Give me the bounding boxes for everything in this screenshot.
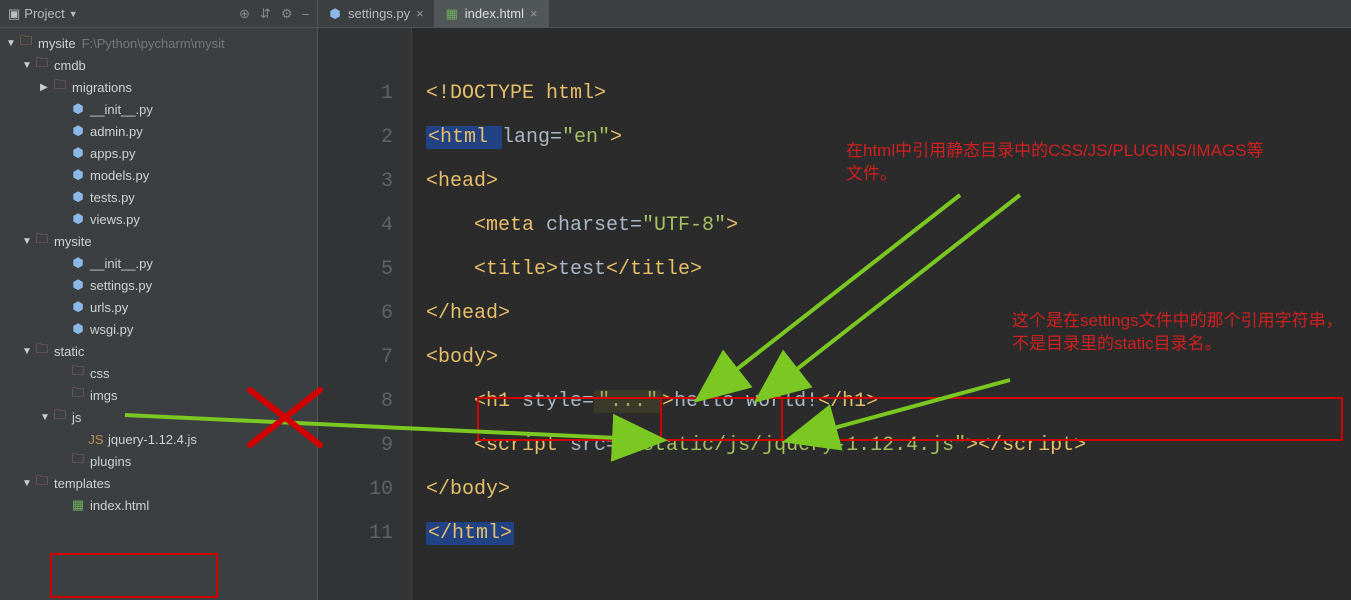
line-number: 10 — [318, 468, 393, 512]
target-icon[interactable]: ⊕ — [239, 6, 250, 22]
tab-close-icon[interactable]: × — [416, 6, 424, 21]
tree-item-mysite[interactable]: ▼🗀mysite — [0, 230, 317, 252]
tree-item-views-py[interactable]: ⬢views.py — [0, 208, 317, 230]
sidebar-title: Project — [24, 6, 64, 21]
line-number: 5 — [318, 248, 393, 292]
tree-item-admin-py[interactable]: ⬢admin.py — [0, 120, 317, 142]
code-l3: <head> — [426, 170, 498, 193]
line-number: 7 — [318, 336, 393, 380]
dropdown-arrow-icon[interactable]: ▼ — [69, 9, 78, 19]
editor-area: ⬢settings.py×▦index.html× 1234567891011 … — [318, 0, 1351, 600]
line-number: 9 — [318, 424, 393, 468]
editor-tabs: ⬢settings.py×▦index.html× — [318, 0, 1351, 28]
code-editor[interactable]: 1234567891011 <!DOCTYPE html> <html lang… — [318, 28, 1351, 600]
code-l10: </body> — [426, 478, 510, 501]
project-dropdown-icon[interactable]: ▣ — [8, 6, 20, 22]
line-number: 4 — [318, 204, 393, 248]
tree-item-wsgi-py[interactable]: ⬢wsgi.py — [0, 318, 317, 340]
tree-item-templates[interactable]: ▼🗀templates — [0, 472, 317, 494]
code-l7: <body> — [426, 346, 498, 369]
line-number: 11 — [318, 512, 393, 556]
tree-item-apps-py[interactable]: ⬢apps.py — [0, 142, 317, 164]
hide-icon[interactable]: ⎯ — [303, 6, 310, 22]
code-l11: </html> — [426, 522, 514, 545]
code-l6: </head> — [426, 302, 510, 325]
project-sidebar: ▣ Project ▼ ⊕ ⇵ ⚙ ⎯ ▼🗀mysiteF:\Python\py… — [0, 0, 318, 600]
tree-item-settings-py[interactable]: ⬢settings.py — [0, 274, 317, 296]
code-content[interactable]: <!DOCTYPE html> <html lang="en"> <head> … — [412, 28, 1351, 600]
tree-item--init-py[interactable]: ⬢__init__.py — [0, 252, 317, 274]
tree-item--init-py[interactable]: ⬢__init__.py — [0, 98, 317, 120]
tree-item-migrations[interactable]: ▶🗀migrations — [0, 76, 317, 98]
tree-item-urls-py[interactable]: ⬢urls.py — [0, 296, 317, 318]
tab-settings-py[interactable]: ⬢settings.py× — [318, 0, 435, 27]
sidebar-header: ▣ Project ▼ ⊕ ⇵ ⚙ ⎯ — [0, 0, 317, 28]
line-number: 3 — [318, 160, 393, 204]
tree-item-mysite[interactable]: ▼🗀mysiteF:\Python\pycharm\mysit — [0, 32, 317, 54]
tree-item-tests-py[interactable]: ⬢tests.py — [0, 186, 317, 208]
tree-item-static[interactable]: ▼🗀static — [0, 340, 317, 362]
tree-item-index-html[interactable]: ▦index.html — [0, 494, 317, 516]
tree-item-models-py[interactable]: ⬢models.py — [0, 164, 317, 186]
line-number: 2 — [318, 116, 393, 160]
tab-index-html[interactable]: ▦index.html× — [435, 0, 549, 27]
line-number: 1 — [318, 72, 393, 116]
gutter: 1234567891011 — [318, 28, 412, 600]
tree-item-plugins[interactable]: 🗀plugins — [0, 450, 317, 472]
tree-item-jquery-1-12-4-js[interactable]: JSjquery-1.12.4.js — [0, 428, 317, 450]
collapse-icon[interactable]: ⇵ — [260, 6, 271, 22]
line-number: 6 — [318, 292, 393, 336]
tree-item-cmdb[interactable]: ▼🗀cmdb — [0, 54, 317, 76]
tree-item-js[interactable]: ▼🗀js — [0, 406, 317, 428]
project-tree[interactable]: ▼🗀mysiteF:\Python\pycharm\mysit▼🗀cmdb▶🗀m… — [0, 28, 317, 520]
code-l2-tag: <html — [426, 126, 502, 149]
line-number: 8 — [318, 380, 393, 424]
code-line-1: <!DOCTYPE html> — [426, 82, 606, 105]
tree-item-css[interactable]: 🗀css — [0, 362, 317, 384]
tab-close-icon[interactable]: × — [530, 6, 538, 21]
gear-icon[interactable]: ⚙ — [281, 6, 293, 22]
tree-item-imgs[interactable]: 🗀imgs — [0, 384, 317, 406]
